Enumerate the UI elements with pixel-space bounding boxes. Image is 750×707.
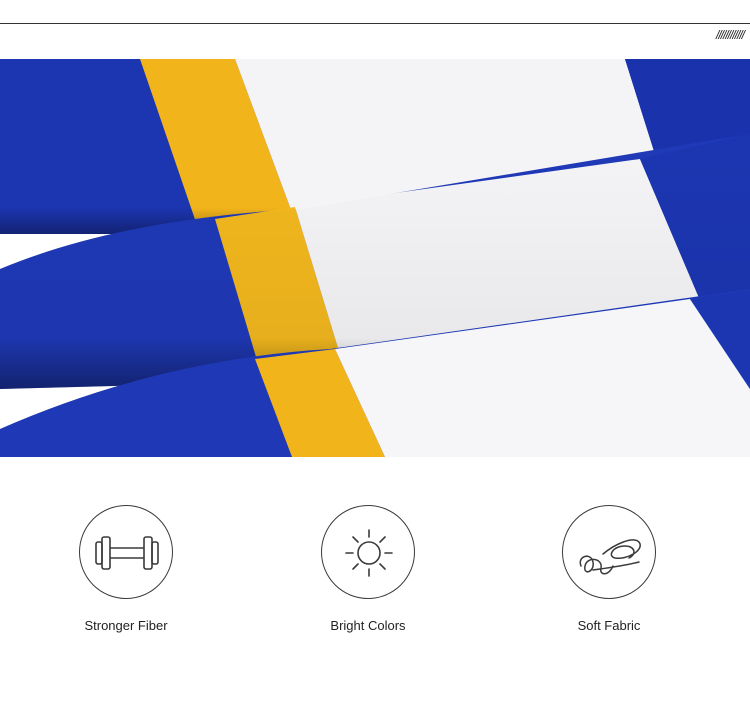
feature-list: Stronger Fiber Bright Colors Soft Fabric <box>0 505 750 655</box>
feature-label: Soft Fabric <box>577 618 641 633</box>
header-decoration: //////////// <box>715 28 745 42</box>
sun-icon <box>321 505 415 599</box>
top-divider <box>0 23 750 24</box>
feature-bright-colors: Bright Colors <box>288 505 448 633</box>
fabric-photo <box>0 59 750 457</box>
feature-label: Stronger Fiber <box>84 618 168 633</box>
dumbbell-icon <box>79 505 173 599</box>
feature-soft-fabric: Soft Fabric <box>529 505 689 633</box>
fabric-photo-illustration <box>0 59 750 457</box>
scribble-icon <box>562 505 656 599</box>
feature-label: Bright Colors <box>330 618 406 633</box>
feature-stronger-fiber: Stronger Fiber <box>46 505 206 633</box>
